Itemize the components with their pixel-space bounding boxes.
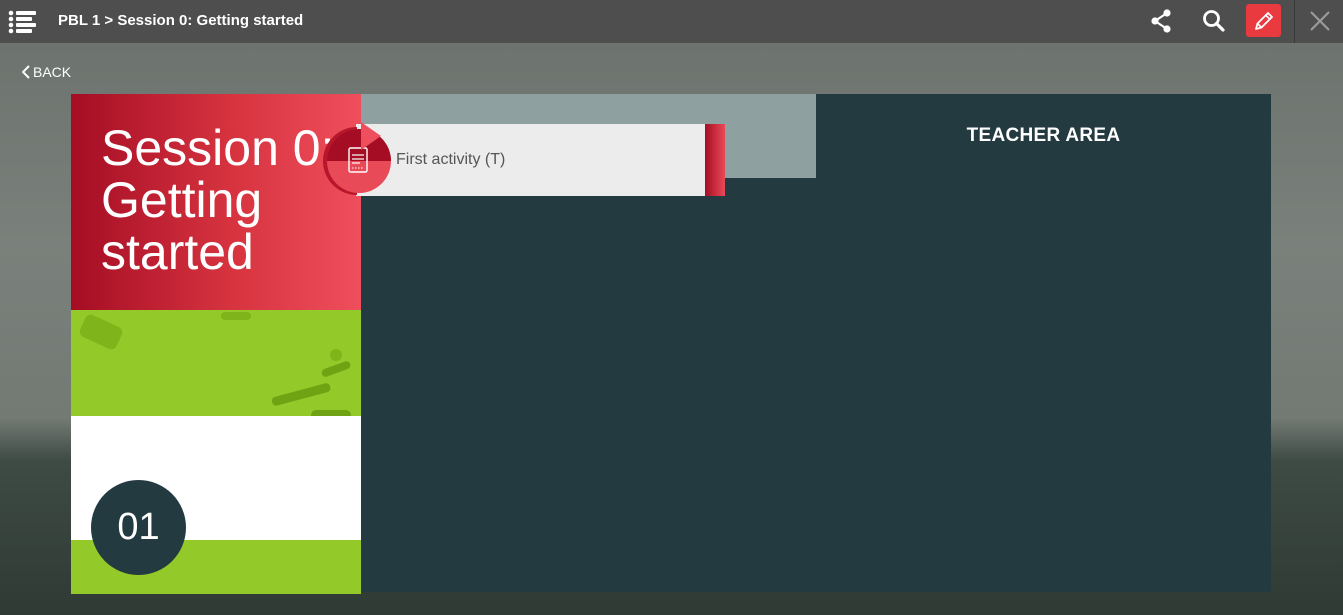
- session-number: 01: [91, 480, 186, 575]
- document-icon: [322, 126, 392, 196]
- top-bar: PBL 1 > Session 0: Getting started: [0, 0, 1343, 43]
- session-cover: Session 0: Getting started 01: [71, 94, 361, 594]
- tab-teacher-area[interactable]: TEACHER AREA: [816, 94, 1271, 178]
- activity-label: First activity (T): [396, 151, 506, 168]
- activity-item[interactable]: First activity (T): [356, 124, 725, 196]
- session-title: Session 0: Getting started: [101, 120, 335, 280]
- title-pointer: [361, 122, 381, 150]
- search-icon[interactable]: [1199, 6, 1229, 36]
- chevron-left-icon: [22, 65, 30, 79]
- back-label: BACK: [33, 64, 72, 80]
- share-icon[interactable]: [1146, 6, 1176, 36]
- pencil-icon[interactable]: [1246, 4, 1281, 37]
- back-button[interactable]: BACK: [22, 64, 71, 80]
- close-icon[interactable]: [1305, 6, 1335, 36]
- breadcrumb: PBL 1 > Session 0: Getting started: [58, 12, 304, 29]
- toolbar-divider: [1294, 0, 1295, 43]
- activity-endbar: [705, 124, 725, 196]
- list-menu-icon[interactable]: [8, 8, 38, 34]
- session-title-block: Session 0: Getting started: [71, 94, 361, 310]
- cover-image: [71, 310, 361, 416]
